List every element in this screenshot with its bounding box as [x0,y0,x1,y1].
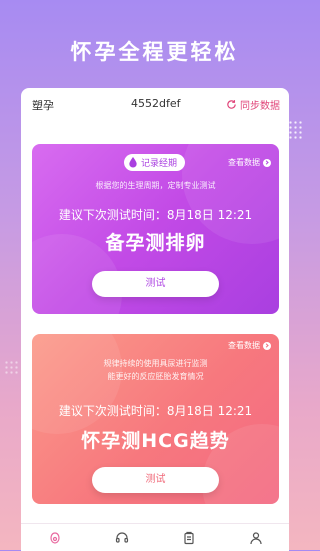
profile-icon [249,531,262,544]
record-period-label: 记录经期 [141,159,178,169]
headset-icon [115,531,128,543]
panel-header: 塑孕 4552dfef 同步数据 [21,88,289,118]
view-data-label: 查看数据 [228,341,260,350]
tab-service[interactable] [113,529,131,547]
headline: 怀孕全程更轻松 [70,40,239,64]
view-data-label: 查看数据 [228,158,260,167]
chevron-right-icon [263,158,271,167]
bottom-tab-bar [21,523,289,551]
next-test-time: 建议下次测试时间：8月18日 12:21 [32,206,279,223]
chevron-right-icon [263,341,271,350]
view-data-link[interactable]: 查看数据 [228,157,271,168]
record-period-button[interactable]: 记录经期 [124,154,186,171]
card-title: 备孕测排卵 [105,232,206,254]
card-description: 根据您的生理周期，定制专业测试 [95,181,216,190]
next-test-time: 建议下次测试时间：8月18日 12:21 [32,402,279,419]
hcg-card: 查看数据 规律持续的使用具尿进行监测 能更好的反应胚胎发育情况 建议下次测试时间… [32,334,279,504]
drop-icon [129,157,137,168]
sync-icon [227,100,236,109]
next-test-prefix: 建议下次测试时间： [58,404,167,418]
hcg-test-button[interactable]: 测试 [92,467,219,493]
decor-dots [4,360,18,374]
ovulation-test-button[interactable]: 测试 [92,271,219,297]
user-id: 4552dfef [131,97,181,110]
main-panel: 塑孕 4552dfef 同步数据 记录经期 查看数据 根据您的生理周期，定制专业… [21,88,289,550]
ovulation-card: 记录经期 查看数据 根据您的生理周期，定制专业测试 建议下次测试时间：8月18日… [32,144,279,314]
mode-label: 塑孕 [32,99,54,112]
card-description-line2: 能更好的反应胚胎发育情况 [107,372,204,381]
next-test-prefix: 建议下次测试时间： [58,208,167,222]
card-description-line1: 规律持续的使用具尿进行监测 [103,359,208,368]
tab-records[interactable] [180,529,198,547]
next-test-value: 8月18日 12:21 [166,208,253,222]
sync-label: 同步数据 [240,101,280,112]
tab-home[interactable] [46,529,64,547]
decor-bubble [32,334,122,434]
next-test-value: 8月18日 12:21 [166,404,253,418]
clipboard-icon [183,531,194,544]
view-data-link[interactable]: 查看数据 [228,340,271,351]
tab-profile[interactable] [247,529,265,547]
card-title: 怀孕测HCG趋势 [81,430,230,452]
sync-button[interactable]: 同步数据 [226,97,280,112]
home-icon [49,531,60,544]
